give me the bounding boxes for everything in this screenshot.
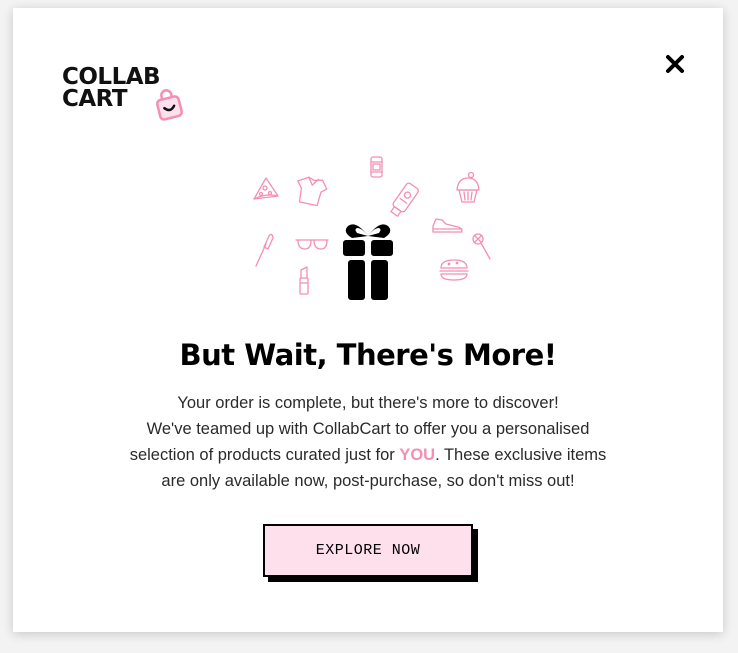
sneaker-icon [432,218,463,233]
explore-now-button[interactable]: EXPLORE NOW [263,524,473,577]
description-line-2: We've teamed up with CollabCart to offer… [146,420,590,438]
gift-icon [343,224,393,300]
wand-icon [472,233,491,260]
modal-headline: But Wait, There's More! [179,338,557,372]
logo-line-1: COLLAB [62,64,161,90]
sunglasses-icon [295,239,329,250]
shirt-icon [297,176,328,207]
close-x-icon[interactable] [664,53,686,75]
soda-can-icon [370,156,383,178]
gift-illustration [253,156,491,300]
makeup-brush-icon [255,233,274,267]
pizza-icon [253,177,279,200]
shopping-bag-icon [155,89,183,121]
explore-now-button-wrap: EXPLORE NOW [263,524,478,582]
collabcart-logo: COLLAB CART [62,66,192,124]
you-highlight: YOU [399,446,436,464]
lotion-tube-icon [390,182,419,217]
post-purchase-modal: COLLAB CART But Wait, There's More! Your… [13,8,723,632]
modal-description: Your order is complete, but there's more… [13,390,723,494]
description-line-4: are only available now, post-purchase, s… [161,472,575,490]
description-line-1: Your order is complete, but there's more… [177,394,559,412]
description-line-3-end: . These exclusive items [435,446,607,464]
cupcake-icon [456,171,480,203]
description-line-3: selection of products curated just for Y… [13,442,723,468]
description-line-3-start: selection of products curated just for [129,446,400,464]
lipstick-icon [299,266,309,295]
burger-icon [439,259,469,281]
